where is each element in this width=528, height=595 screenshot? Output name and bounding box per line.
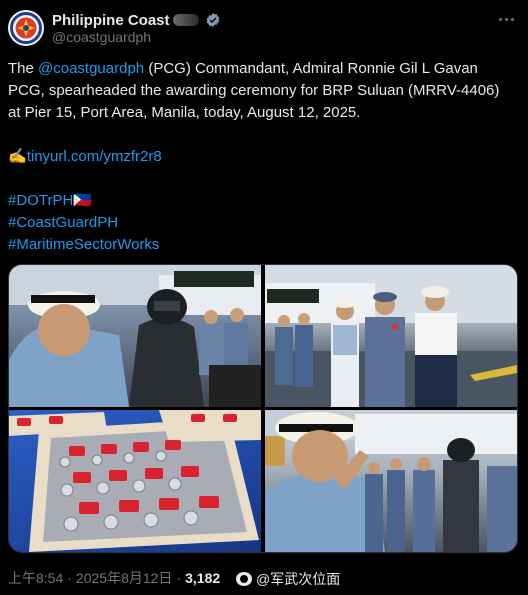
dot-icon	[504, 17, 508, 21]
pinning-medal-photo[interactable]	[265, 265, 517, 407]
dot-icon	[510, 17, 514, 21]
author-avatar[interactable]	[8, 10, 44, 46]
commandant-awarding-officer-photo[interactable]	[9, 265, 261, 407]
mention-link[interactable]: @coastguardph	[38, 60, 144, 77]
pcg-seal-icon	[9, 11, 43, 45]
post-time[interactable]: 上午8:54	[8, 568, 63, 588]
watermark-text: @军武次位面	[256, 571, 341, 587]
photo-4-illustration	[265, 410, 517, 552]
post-text: The @coastguardph (PCG) Commandant, Admi…	[8, 58, 513, 256]
hashtag-line-2: #CoastGuardPH	[8, 212, 513, 234]
post-date[interactable]: 2025年8月12日	[76, 568, 173, 588]
author-display-name[interactable]: Philippine Coast	[52, 12, 170, 29]
post-meta: 上午8:54 · 2025年8月12日 · 3,182	[8, 568, 220, 588]
philippine-flag-icon: 🇵🇭	[73, 192, 92, 209]
author-name-row: Philippine Coast	[52, 10, 221, 30]
post-text-prefix: The	[8, 60, 39, 77]
dot-icon	[498, 17, 502, 21]
weibo-logo-icon	[236, 572, 252, 586]
writing-hand-icon: ✍️	[8, 148, 27, 165]
hashtag-line-1: #DOTrPH🇵🇭	[8, 190, 513, 212]
view-count[interactable]: 3,182	[185, 570, 220, 586]
hashtag-coastguardph[interactable]: #CoastGuardPH	[8, 214, 118, 231]
meta-separator: ·	[176, 570, 182, 586]
blurred-name-suffix	[172, 14, 199, 26]
external-link[interactable]: tinyurl.com/ymzfr2r8	[27, 148, 162, 165]
medals-tray-photo[interactable]	[9, 410, 261, 552]
meta-separator: ·	[67, 570, 72, 586]
hashtag-line-3: #MaritimeSectorWorks	[8, 234, 513, 256]
post-paragraph: The @coastguardph (PCG) Commandant, Admi…	[8, 58, 513, 124]
hashtag-maritimesectorworks[interactable]: #MaritimeSectorWorks	[8, 236, 159, 253]
photo-2-illustration	[265, 265, 517, 407]
more-options-button[interactable]	[496, 12, 516, 26]
photo-1-illustration	[9, 265, 261, 407]
photo-3-illustration	[9, 410, 261, 552]
post-link-line: ✍️tinyurl.com/ymzfr2r8	[8, 146, 513, 168]
watermark: @军武次位面	[236, 569, 340, 589]
commandant-saluting-photo[interactable]	[265, 410, 517, 552]
author-handle[interactable]: @coastguardph	[52, 29, 151, 45]
hashtag-dotrph[interactable]: #DOTrPH	[8, 192, 73, 209]
media-grid	[8, 264, 518, 553]
verified-badge-icon	[206, 13, 219, 27]
